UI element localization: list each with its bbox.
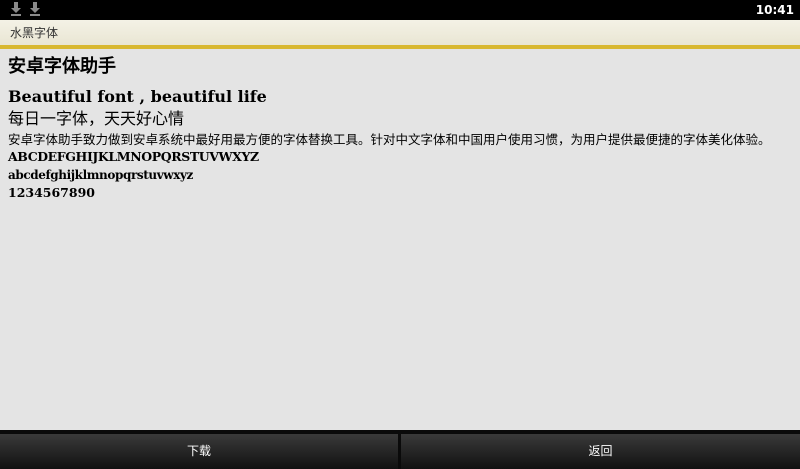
uppercase-sample: ABCDEFGHIJKLMNOPQRSTUVWXYZ — [8, 149, 259, 164]
preview-heading: 安卓字体助手 — [8, 56, 116, 77]
preview-description: 安卓字体助手致力做到安卓系统中最好用最方便的字体替换工具。针对中文字体和中国用户… — [8, 132, 771, 147]
digits-sample: 1234567890 — [8, 185, 95, 200]
title-divider — [0, 45, 800, 49]
app-title-bar: 水黑字体 — [0, 20, 800, 45]
clock: 10:41 — [755, 3, 794, 17]
download-button[interactable]: 下载 — [0, 434, 398, 469]
back-button[interactable]: 返回 — [401, 434, 800, 469]
app-title: 水黑字体 — [10, 26, 59, 40]
preview-slogan: 每日一字体，天天好心情 — [8, 109, 185, 128]
download-icon — [11, 2, 21, 16]
font-preview: 安卓字体助手 Beautiful font , beautiful life 每… — [8, 54, 796, 202]
preview-latin-title: Beautiful font , beautiful life — [8, 87, 267, 106]
download-icon — [30, 2, 40, 16]
status-bar: 10:41 — [0, 0, 800, 20]
lowercase-sample: abcdefghijklmnopqrstuvwxyz — [8, 168, 193, 182]
